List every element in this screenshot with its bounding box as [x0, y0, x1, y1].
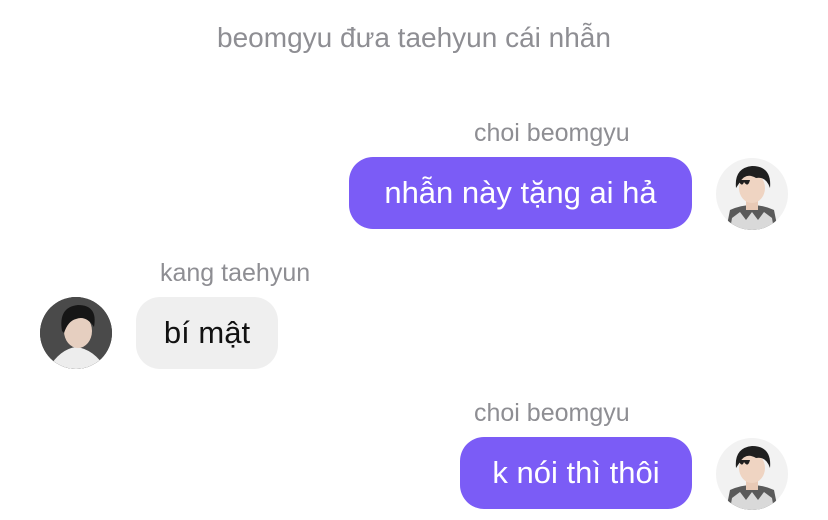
beomgyu-avatar[interactable] [716, 158, 788, 230]
message-sender-name: kang taehyun [160, 259, 311, 287]
outgoing-message-bubble[interactable]: nhẫn này tặng ai hả [349, 157, 692, 229]
beomgyu-avatar[interactable] [716, 438, 788, 510]
avatar-photo-icon [716, 438, 788, 510]
avatar-photo-icon [716, 158, 788, 230]
outgoing-message-bubble[interactable]: k nói thì thôi [460, 437, 692, 509]
avatar-photo-icon [40, 297, 112, 369]
chat-screen: beomgyu đưa taehyun cái nhẫn choi beomgy… [0, 0, 828, 520]
conversation-title: beomgyu đưa taehyun cái nhẫn [217, 22, 611, 53]
message-sender-name: choi beomgyu [474, 119, 630, 147]
message-sender-name: choi beomgyu [474, 399, 630, 427]
incoming-message-bubble[interactable]: bí mật [136, 297, 278, 369]
taehyun-avatar[interactable] [40, 297, 112, 369]
